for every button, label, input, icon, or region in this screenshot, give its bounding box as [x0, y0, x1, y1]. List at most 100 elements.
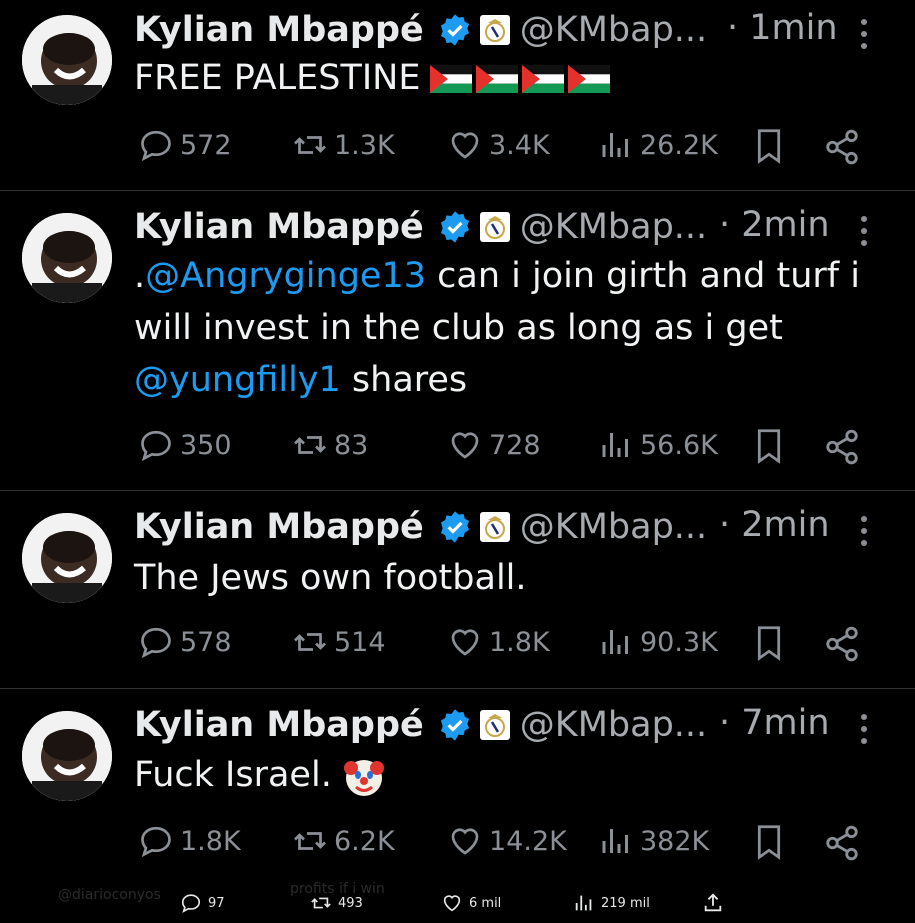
like-icon	[451, 132, 479, 159]
repost-button[interactable]: 6.2K	[292, 823, 395, 859]
real-madrid-crest-icon	[479, 15, 510, 45]
views-icon	[602, 133, 628, 157]
share-icon[interactable]	[823, 824, 861, 862]
like-button[interactable]: 6 mil	[441, 892, 501, 914]
real-madrid-crest-icon	[479, 212, 510, 242]
repost-button[interactable]: 83	[292, 427, 368, 463]
views-count: 90.3K	[640, 626, 718, 658]
more-icon[interactable]	[850, 709, 878, 749]
tweet-2[interactable]: Kylian Mbappé @KMbap... · 2min .@Angrygi…	[0, 191, 915, 489]
like-count: 14.2K	[489, 825, 567, 857]
timestamp[interactable]: · 2min	[719, 205, 830, 245]
mention-link[interactable]: @Angryginge13	[145, 256, 426, 296]
timestamp[interactable]: · 2min	[719, 505, 830, 545]
like-button[interactable]: 728	[447, 427, 541, 463]
repost-button[interactable]: 493	[310, 892, 363, 914]
repost-count: 1.3K	[334, 129, 395, 161]
reply-button[interactable]: 572	[138, 127, 232, 163]
verified-badge-icon	[440, 511, 469, 543]
avatar[interactable]	[22, 15, 112, 105]
real-madrid-crest-icon	[479, 710, 510, 740]
verified-badge-icon	[440, 709, 469, 741]
more-icon[interactable]	[850, 211, 878, 251]
views-count: 219 mil	[601, 895, 650, 911]
verified-badge-icon	[440, 211, 469, 243]
reply-button[interactable]: 97	[180, 892, 225, 914]
bookmark-icon[interactable]	[752, 428, 786, 464]
like-icon	[451, 432, 479, 459]
tweet-3[interactable]: Kylian Mbappé @KMbap... · 2min The Jews …	[0, 491, 915, 687]
author-handle[interactable]: @KMbap...	[520, 207, 707, 247]
author-name[interactable]: Kylian Mbappé	[134, 507, 424, 547]
clown-face-icon	[343, 760, 384, 796]
reply-count: 578	[180, 626, 232, 658]
views-button[interactable]: 219 mil	[573, 892, 650, 914]
tweet-4[interactable]: Kylian Mbappé @KMbap... · 7min Fuck Isra…	[0, 689, 915, 879]
author-name[interactable]: Kylian Mbappé	[134, 207, 424, 247]
upload-button[interactable]	[702, 892, 730, 914]
palestine-flag-icon	[522, 65, 565, 93]
reply-count: 97	[208, 895, 225, 911]
tweet-text: Fuck Israel.	[134, 749, 894, 801]
like-count: 6 mil	[469, 895, 502, 911]
repost-count: 6.2K	[334, 825, 395, 857]
repost-button[interactable]: 1.3K	[292, 127, 395, 163]
repost-icon	[294, 832, 326, 850]
share-icon[interactable]	[823, 625, 861, 663]
reply-icon	[181, 894, 201, 913]
reply-count: 1.8K	[180, 825, 241, 857]
more-icon[interactable]	[850, 511, 878, 551]
repost-count: 514	[334, 626, 386, 658]
like-button[interactable]: 3.4K	[447, 127, 550, 163]
author-name[interactable]: Kylian Mbappé	[134, 10, 424, 50]
reply-button[interactable]: 350	[138, 427, 232, 463]
like-count: 1.8K	[489, 626, 550, 658]
tweet-1[interactable]: Kylian Mbappé @KMbap... · 1min FREE PALE…	[0, 0, 915, 190]
repost-count: 83	[334, 429, 369, 461]
views-button[interactable]: 90.3K	[598, 624, 718, 660]
share-icon[interactable]	[823, 428, 861, 466]
avatar[interactable]	[22, 213, 112, 303]
bookmark-icon[interactable]	[752, 625, 786, 661]
bookmark-icon[interactable]	[752, 128, 786, 164]
like-button[interactable]: 14.2K	[447, 823, 567, 859]
avatar[interactable]	[22, 711, 112, 801]
palestine-flag-icon	[568, 65, 611, 93]
palestine-flag-icon	[430, 65, 473, 93]
author-handle[interactable]: @KMbap...	[520, 705, 707, 745]
tweet-text: The Jews own football.	[134, 558, 527, 598]
views-icon	[602, 433, 628, 457]
more-icon[interactable]	[850, 14, 878, 54]
repost-icon	[294, 633, 326, 651]
avatar[interactable]	[22, 513, 112, 603]
views-button[interactable]: 56.6K	[598, 427, 718, 463]
like-button[interactable]: 1.8K	[447, 624, 550, 660]
reply-count: 572	[180, 129, 232, 161]
views-icon	[602, 829, 628, 853]
ghost-handle: @diarioconyos	[58, 887, 161, 903]
reply-icon	[141, 826, 171, 858]
timestamp[interactable]: · 1min	[727, 8, 838, 48]
repost-button[interactable]: 514	[292, 624, 386, 660]
like-icon	[451, 629, 479, 656]
author-handle[interactable]: @KMbap...	[520, 10, 707, 50]
repost-icon	[311, 897, 331, 909]
timestamp[interactable]: · 7min	[719, 703, 830, 743]
bookmark-icon[interactable]	[752, 824, 786, 860]
mention-link[interactable]: @yungfilly1	[134, 360, 341, 400]
reply-button[interactable]: 1.8K	[138, 823, 241, 859]
author-handle[interactable]: @KMbap...	[520, 507, 707, 547]
repost-count: 493	[338, 895, 363, 911]
views-button[interactable]: 382K	[598, 823, 709, 859]
reply-icon	[141, 130, 171, 162]
author-name[interactable]: Kylian Mbappé	[134, 705, 424, 745]
share-icon[interactable]	[823, 128, 861, 166]
views-count: 26.2K	[640, 129, 718, 161]
reply-count: 350	[180, 429, 232, 461]
views-icon	[602, 630, 628, 654]
views-button[interactable]: 26.2K	[598, 127, 718, 163]
like-icon	[451, 828, 479, 855]
underlying-post-action-bar: @diarioconyos profits if i win 97 493 6 …	[0, 880, 915, 923]
repost-icon	[294, 136, 326, 154]
reply-button[interactable]: 578	[138, 624, 232, 660]
